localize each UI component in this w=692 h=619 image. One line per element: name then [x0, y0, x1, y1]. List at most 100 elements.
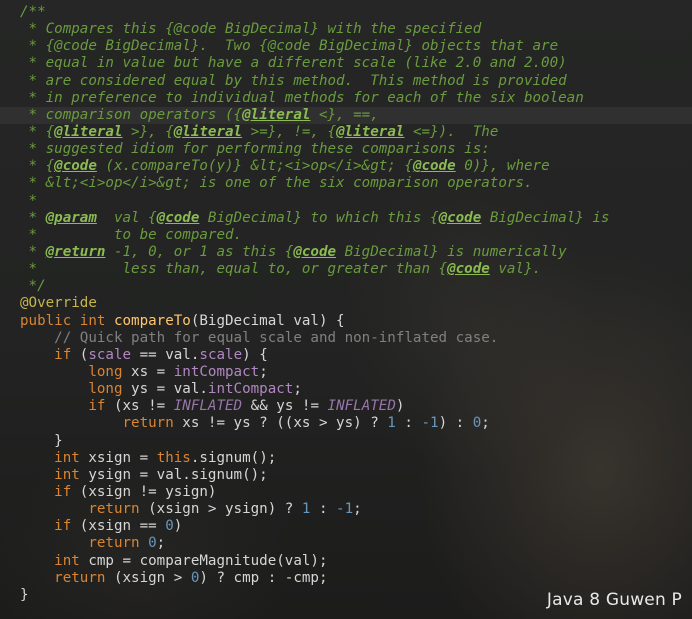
code-editor[interactable]: /** * Compares this {@code BigDecimal} w…: [0, 4, 692, 604]
code-line[interactable]: * Compares this {@code BigDecimal} with …: [0, 21, 692, 38]
code-line[interactable]: int cmp = compareMagnitude(val);: [0, 553, 692, 570]
code-token: long: [20, 363, 132, 380]
code-token: && ys !=: [242, 398, 328, 415]
code-text: return 0;: [14, 535, 165, 552]
code-line[interactable]: * @param val {@code BigDecimal} to which…: [0, 210, 692, 227]
code-token: xs =: [131, 363, 174, 380]
code-line[interactable]: * &lt;<i>op</i>&gt; is one of the six co…: [0, 175, 692, 192]
code-line[interactable]: * equal in value but have a different sc…: [0, 55, 692, 72]
code-token: int: [20, 552, 89, 569]
code-token: @return: [45, 243, 106, 260]
code-text: if (xs != INFLATED && ys != INFLATED): [14, 398, 404, 415]
code-line[interactable]: return 0;: [0, 535, 692, 552]
code-token: xsign =: [88, 449, 157, 466]
code-token: BigDecimal} is: [481, 209, 610, 226]
code-line[interactable]: if (xsign == 0): [0, 518, 692, 535]
code-line[interactable]: // Quick path for equal scale and non-in…: [0, 330, 692, 347]
code-line[interactable]: * @return -1, 0, or 1 as this {@code Big…: [0, 244, 692, 261]
code-token: 1: [387, 415, 396, 432]
code-token: @literal: [173, 123, 243, 140]
code-token: public int: [20, 312, 114, 329]
code-token: val {: [96, 209, 157, 226]
code-token: int: [20, 449, 89, 466]
code-text: public int compareTo(BigDecimal val) {: [14, 313, 345, 330]
code-token: BigDecimal} is numerically: [336, 243, 567, 260]
code-token: (xsign > ysign) ?: [148, 501, 302, 518]
code-token: :: [395, 415, 422, 432]
code-line[interactable]: * {@code (x.compareTo(y)} &lt;<i>op</i>&…: [0, 158, 692, 175]
code-text: * {@literal >}, {@literal >=}, !=, {@lit…: [14, 123, 499, 141]
code-token: @Override: [20, 295, 97, 312]
code-line[interactable]: * suggested idiom for performing these c…: [0, 141, 692, 158]
code-text: */: [14, 278, 46, 295]
code-token: }: [20, 432, 63, 449]
code-line[interactable]: public int compareTo(BigDecimal val) {: [0, 313, 692, 330]
code-line[interactable]: long xs = intCompact;: [0, 364, 692, 381]
code-text: if (xsign != ysign): [14, 484, 216, 501]
code-token: -1, 0, or 1 as this {: [105, 243, 294, 260]
code-token: ;: [353, 501, 362, 518]
code-token: */: [20, 278, 46, 295]
code-line[interactable]: return (xsign > 0) ? cmp : -cmp;: [0, 570, 692, 587]
code-token: ;: [156, 535, 166, 552]
code-token: ys = val.: [131, 381, 208, 398]
code-line[interactable]: int ysign = val.signum();: [0, 467, 692, 484]
code-text: *: [14, 192, 38, 210]
code-text: if (scale == val.scale) {: [14, 347, 268, 364]
code-token: <}, ==,: [310, 106, 379, 123]
code-token: long: [20, 381, 132, 398]
code-token: compareTo: [113, 312, 191, 329]
code-line[interactable]: long ys = val.intCompact;: [0, 381, 692, 398]
code-text: * in preference to individual methods fo…: [14, 90, 584, 107]
code-line[interactable]: return (xsign > ysign) ? 1 : -1;: [0, 501, 692, 518]
code-line[interactable]: * comparison operators ({@literal <}, ==…: [0, 106, 692, 124]
code-line[interactable]: if (scale == val.scale) {: [0, 347, 692, 364]
code-token: (x.compareTo(y)} &lt;<i>op</i>&gt; {: [96, 158, 413, 175]
code-token: -1: [421, 415, 439, 432]
code-text: int xsign = this.signum();: [14, 450, 276, 467]
code-line[interactable]: * in preference to individual methods fo…: [0, 90, 692, 107]
code-text: return xs != ys ? ((xs > ys) ? 1 : -1) :…: [14, 415, 489, 432]
code-token: == val.: [131, 346, 200, 363]
code-line[interactable]: }: [0, 433, 692, 450]
code-line[interactable]: */: [0, 278, 692, 295]
code-token: (xsign != ysign): [79, 483, 217, 500]
code-text: return (xsign > 0) ? cmp : -cmp;: [14, 569, 327, 587]
code-token: :: [310, 501, 337, 518]
code-token: (xsign >: [113, 569, 191, 586]
code-line[interactable]: * to be compared.: [0, 227, 692, 244]
code-line[interactable]: int xsign = this.signum();: [0, 450, 692, 467]
code-token: * to be compared.: [20, 226, 243, 243]
code-token: ): [173, 518, 183, 535]
code-text: * Compares this {@code BigDecimal} with …: [14, 21, 482, 38]
code-token: // Quick path for equal scale and non-in…: [20, 329, 499, 346]
code-token: 0: [472, 415, 482, 432]
code-token: * suggested idiom for performing these c…: [20, 141, 490, 158]
code-token: * Compares this {@code BigDecimal} with …: [20, 21, 482, 38]
code-text: // Quick path for equal scale and non-in…: [14, 330, 498, 347]
code-text: * {@code (x.compareTo(y)} &lt;<i>op</i>&…: [14, 158, 550, 175]
code-token: ;: [259, 363, 268, 380]
code-line[interactable]: * are considered equal by this method. T…: [0, 73, 692, 90]
code-line[interactable]: /**: [0, 4, 692, 21]
code-line[interactable]: * {@literal >}, {@literal >=}, !=, {@lit…: [0, 124, 692, 141]
code-token: ) {: [242, 346, 268, 363]
code-token: if: [20, 398, 114, 415]
code-line[interactable]: * {@code BigDecimal}. Two {@code BigDeci…: [0, 38, 692, 55]
code-line[interactable]: * less than, equal to, or greater than {…: [0, 261, 692, 278]
code-token: INFLATED: [327, 398, 396, 415]
code-line[interactable]: if (xs != INFLATED && ys != INFLATED): [0, 398, 692, 415]
code-token: @literal: [336, 123, 405, 140]
code-token: this: [156, 449, 191, 466]
code-line[interactable]: *: [0, 193, 692, 210]
code-token: }: [20, 586, 29, 603]
code-token: * {: [20, 123, 55, 140]
code-line[interactable]: @Override: [0, 295, 692, 312]
code-token: *: [20, 192, 38, 209]
code-token: @code: [156, 209, 200, 226]
code-line[interactable]: return xs != ys ? ((xs > ys) ? 1 : -1) :…: [0, 415, 692, 432]
code-token: * &lt;<i>op</i>&gt; is one of the six co…: [20, 175, 533, 192]
code-token: <=}). The: [404, 123, 499, 140]
code-token: return: [20, 415, 183, 432]
code-line[interactable]: if (xsign != ysign): [0, 484, 692, 501]
